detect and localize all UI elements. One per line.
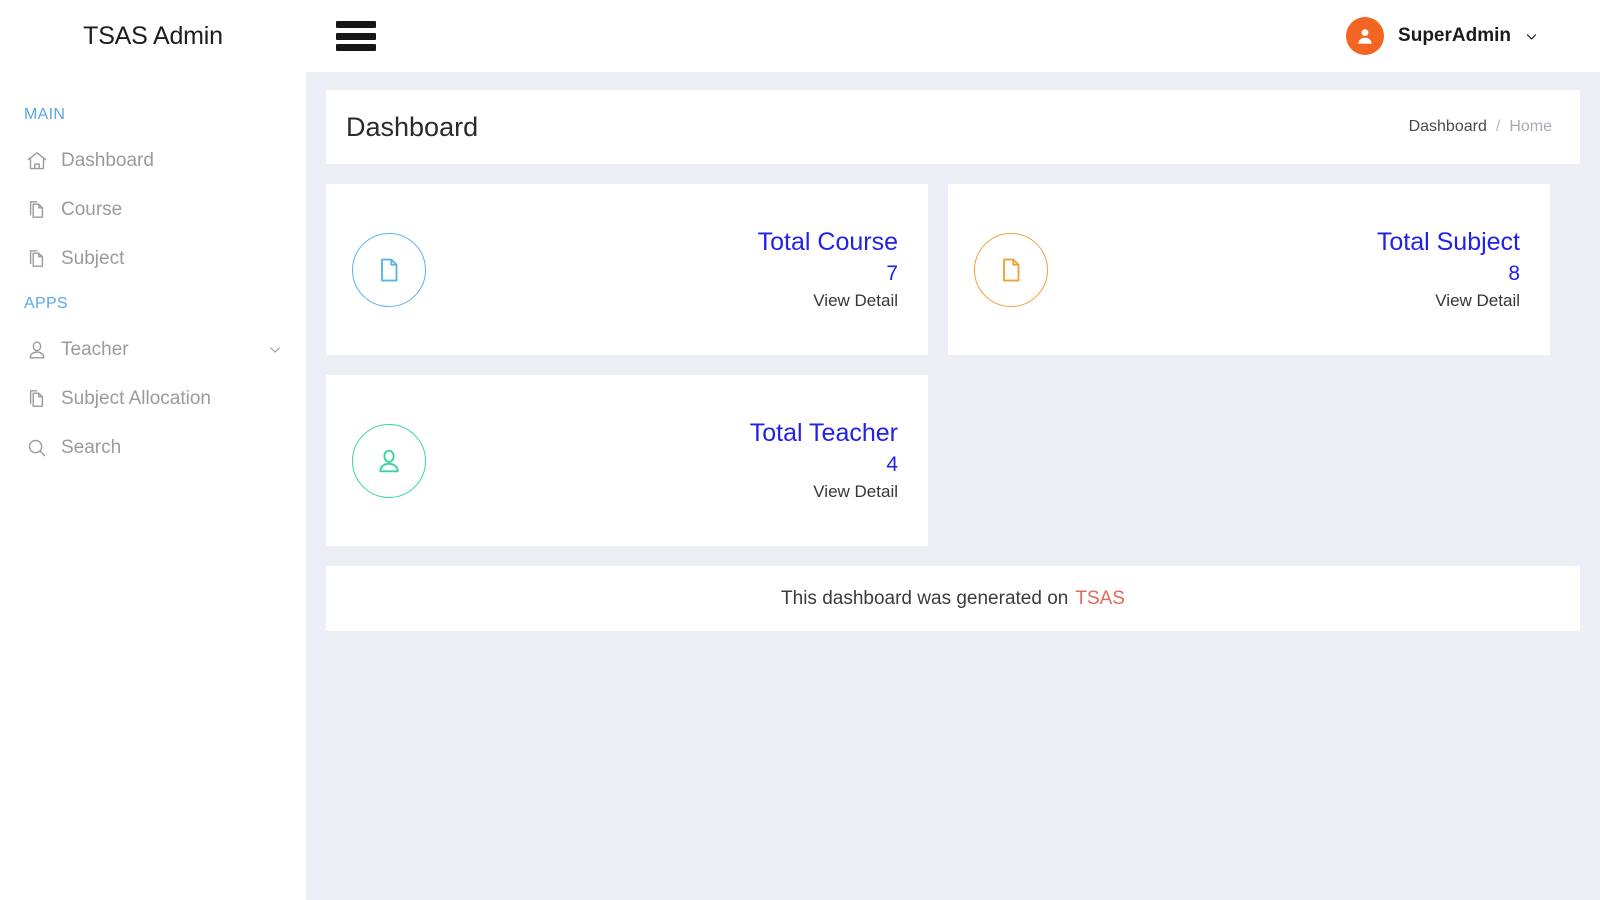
- stat-card-label[interactable]: Total Subject: [1377, 229, 1520, 256]
- stat-card-value: 7: [886, 261, 898, 285]
- stat-card-value: 4: [886, 452, 898, 476]
- hamburger-bar: [336, 44, 376, 51]
- person-icon: [379, 449, 399, 472]
- stat-card-grid: Total Course 7 View Detail Total Subject: [326, 184, 1580, 546]
- document-icon: [381, 258, 398, 281]
- files-icon: [24, 246, 50, 272]
- hamburger-bar: [336, 21, 376, 28]
- user-name-label: SuperAdmin: [1398, 25, 1511, 46]
- dashboard-generated-note: This dashboard was generated on TSAS: [326, 566, 1580, 631]
- sidebar-item-course[interactable]: Course: [0, 185, 306, 234]
- stat-card-text: Total Subject 8 View Detail: [1377, 229, 1520, 309]
- sidebar: MAIN Dashboard Course Subject APPS Teach…: [0, 72, 306, 900]
- sidebar-item-label: Dashboard: [61, 149, 154, 171]
- sidebar-item-teacher[interactable]: Teacher: [0, 325, 306, 374]
- sidebar-item-label: Search: [61, 436, 122, 458]
- generated-note-accent[interactable]: TSAS: [1075, 588, 1125, 610]
- breadcrumb: Dashboard / Home: [1409, 118, 1552, 136]
- sidebar-section-apps: APPS: [24, 295, 68, 312]
- sidebar-item-label: Teacher: [61, 338, 129, 360]
- body-row: MAIN Dashboard Course Subject APPS Teach…: [0, 72, 1600, 900]
- sidebar-item-search[interactable]: Search: [0, 423, 306, 472]
- files-icon: [24, 386, 50, 412]
- user-icon: [24, 337, 50, 363]
- top-bar: TSAS Admin SuperAdmin: [0, 0, 1600, 72]
- stat-card-view-detail-link[interactable]: View Detail: [1377, 291, 1520, 310]
- sidebar-item-subject-allocation[interactable]: Subject Allocation: [0, 374, 306, 423]
- stat-card-label[interactable]: Total Teacher: [750, 420, 898, 447]
- stat-card-label[interactable]: Total Course: [758, 229, 898, 256]
- stat-card-view-detail-link[interactable]: View Detail: [758, 291, 898, 310]
- sidebar-section-main: MAIN: [24, 106, 66, 123]
- home-icon: [24, 148, 50, 174]
- admin-dashboard-app: TSAS Admin SuperAdmin MAIN Dashboard Cou…: [0, 0, 1600, 900]
- generated-note-text: This dashboard was generated on: [781, 587, 1069, 609]
- document-icon: [1003, 258, 1020, 281]
- user-avatar-icon: [1346, 17, 1385, 55]
- sidebar-item-subject[interactable]: Subject: [0, 234, 306, 283]
- search-icon: [24, 435, 50, 461]
- stat-card-total-course[interactable]: Total Course 7 View Detail: [326, 184, 928, 355]
- chevron-down-icon: [1525, 30, 1538, 43]
- stat-card-value: 8: [1508, 261, 1520, 285]
- app-brand-title: TSAS Admin: [83, 21, 223, 50]
- chevron-down-icon[interactable]: [268, 343, 282, 357]
- sidebar-item-dashboard[interactable]: Dashboard: [0, 136, 306, 185]
- sidebar-item-label: Course: [61, 198, 123, 220]
- stat-card-text: Total Course 7 View Detail: [758, 229, 898, 309]
- stat-card-total-teacher[interactable]: Total Teacher 4 View Detail: [326, 375, 928, 546]
- stat-icon-circle: [974, 232, 1048, 307]
- user-menu[interactable]: SuperAdmin: [1346, 17, 1538, 55]
- breadcrumb-current[interactable]: Dashboard: [1409, 118, 1487, 136]
- sidebar-item-label: Subject Allocation: [61, 387, 211, 409]
- stat-icon-circle: [352, 232, 426, 307]
- stat-card-view-detail-link[interactable]: View Detail: [750, 482, 898, 501]
- page-title: Dashboard: [346, 111, 479, 142]
- sidebar-item-label: Subject: [61, 247, 125, 269]
- stat-card-text: Total Teacher 4 View Detail: [750, 420, 898, 500]
- breadcrumb-separator: /: [1495, 118, 1501, 135]
- page-header: Dashboard Dashboard / Home: [326, 90, 1580, 164]
- breadcrumb-parent[interactable]: Home: [1509, 118, 1552, 136]
- stat-card-total-subject[interactable]: Total Subject 8 View Detail: [948, 184, 1550, 355]
- hamburger-bar: [336, 32, 376, 40]
- hamburger-icon[interactable]: [336, 21, 376, 51]
- files-icon: [24, 197, 50, 223]
- main-content: Dashboard Dashboard / Home Total Course …: [306, 72, 1600, 900]
- stat-icon-circle: [352, 423, 426, 498]
